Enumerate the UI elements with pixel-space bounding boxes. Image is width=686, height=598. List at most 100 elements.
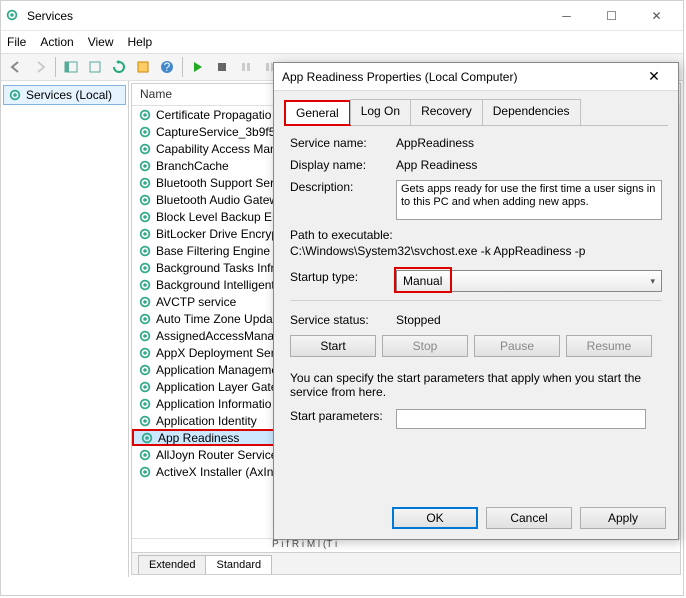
label-description: Description: [290,180,396,220]
gear-icon [138,193,152,207]
service-name-text: Bluetooth Audio Gatew [156,193,278,207]
properties-dialog: App Readiness Properties (Local Computer… [273,62,679,540]
service-name-text: Application Layer Gate [156,380,277,394]
services-icon [8,88,22,102]
tab-standard[interactable]: Standard [205,555,272,574]
service-name-text: Block Level Backup En [156,210,279,224]
service-control-buttons: Start Stop Pause Resume [290,335,662,357]
service-name-text: Application Informatio [156,397,271,411]
gear-icon [138,176,152,190]
tab-dependencies[interactable]: Dependencies [482,99,581,125]
services-icon [5,8,21,24]
tab-extended[interactable]: Extended [138,555,206,574]
label-path: Path to executable: [290,228,662,242]
ok-button[interactable]: OK [392,507,478,529]
service-name-text: Auto Time Zone Updat [156,312,276,326]
value-description[interactable]: Gets apps ready for use the first time a… [396,180,662,220]
dialog-body: General Log On Recovery Dependencies Ser… [274,91,678,455]
gear-icon [140,431,154,445]
label-start-parameters: Start parameters: [290,409,396,429]
service-name-text: BranchCache [156,159,229,173]
gear-icon [138,295,152,309]
dialog-titlebar: App Readiness Properties (Local Computer… [274,63,678,91]
service-name-text: AssignedAccessManag [156,329,281,343]
service-name-text: AllJoyn Router Service [156,448,277,462]
pause-button[interactable]: Pause [474,335,560,357]
start-button[interactable]: Start [290,335,376,357]
show-hide-tree-button[interactable] [60,56,82,78]
close-button[interactable]: ✕ [634,2,679,30]
label-startup-type: Startup type: [290,270,396,292]
service-name-text: Background Tasks Infra [156,261,281,275]
properties-button[interactable] [132,56,154,78]
separator [182,57,183,77]
service-name-text: App Readiness [158,431,239,445]
start-parameters-input[interactable] [396,409,646,429]
gear-icon [138,278,152,292]
start-service-button[interactable] [187,56,209,78]
refresh-button[interactable] [108,56,130,78]
service-name-text: BitLocker Drive Encrypt [156,227,281,241]
resume-button[interactable]: Resume [566,335,652,357]
service-name-text: Background Intelligent [156,278,275,292]
service-name-text: ActiveX Installer (AxIns [156,465,279,479]
gear-icon [138,261,152,275]
menu-action[interactable]: Action [40,35,73,49]
gear-icon [138,380,152,394]
value-path: C:\Windows\System32\svchost.exe -k AppRe… [290,244,662,258]
titlebar: Services ─ ☐ ✕ [1,1,683,31]
bottom-tabs: Extended Standard [132,552,680,574]
separator [55,57,56,77]
minimize-button[interactable]: ─ [544,2,589,30]
service-name-text: Application Manageme [156,363,278,377]
service-name-text: AppX Deployment Serv [156,346,281,360]
chevron-down-icon: ▾ [650,276,655,287]
window-controls: ─ ☐ ✕ [544,2,679,30]
svg-text:?: ? [164,60,171,74]
gear-icon [138,227,152,241]
value-display-name: App Readiness [396,158,662,172]
menu-view[interactable]: View [88,35,114,49]
tab-log-on[interactable]: Log On [350,99,411,125]
value-service-name: AppReadiness [396,136,662,150]
stop-button[interactable]: Stop [382,335,468,357]
tab-general[interactable]: General [284,100,351,126]
label-service-name: Service name: [290,136,396,150]
label-display-name: Display name: [290,158,396,172]
highlight-box [394,267,452,293]
gear-icon [138,159,152,173]
tree-root-services-local[interactable]: Services (Local) [3,85,126,105]
menu-file[interactable]: File [7,35,26,49]
back-button[interactable] [5,56,27,78]
gear-icon [138,448,152,462]
list-footer-hint: P i f R i M l (T i [132,538,680,552]
gear-icon [138,397,152,411]
service-name-text: AVCTP service [156,295,236,309]
gear-icon [138,363,152,377]
forward-button[interactable] [29,56,51,78]
gear-icon [138,414,152,428]
stop-service-button[interactable] [211,56,233,78]
dialog-tab-strip: General Log On Recovery Dependencies [284,99,668,126]
gear-icon [138,108,152,122]
menu-help[interactable]: Help [128,35,153,49]
service-name-text: Capability Access Man [156,142,277,156]
help-button[interactable]: ? [156,56,178,78]
tab-recovery[interactable]: Recovery [410,99,483,125]
gear-icon [138,346,152,360]
pause-service-button[interactable] [235,56,257,78]
dialog-close-button[interactable]: ✕ [638,68,670,85]
gear-icon [138,244,152,258]
service-name-text: Base Filtering Engine [156,244,270,258]
dialog-title: App Readiness Properties (Local Computer… [282,70,638,84]
service-name-text: Application Identity [156,414,257,428]
apply-button[interactable]: Apply [580,507,666,529]
service-name-text: Certificate Propagatio [156,108,271,122]
cancel-button[interactable]: Cancel [486,507,572,529]
value-service-status: Stopped [396,313,662,327]
export-button[interactable] [84,56,106,78]
console-tree: Services (Local) [1,81,129,577]
maximize-button[interactable]: ☐ [589,2,634,30]
label-service-status: Service status: [290,313,396,327]
gear-icon [138,210,152,224]
